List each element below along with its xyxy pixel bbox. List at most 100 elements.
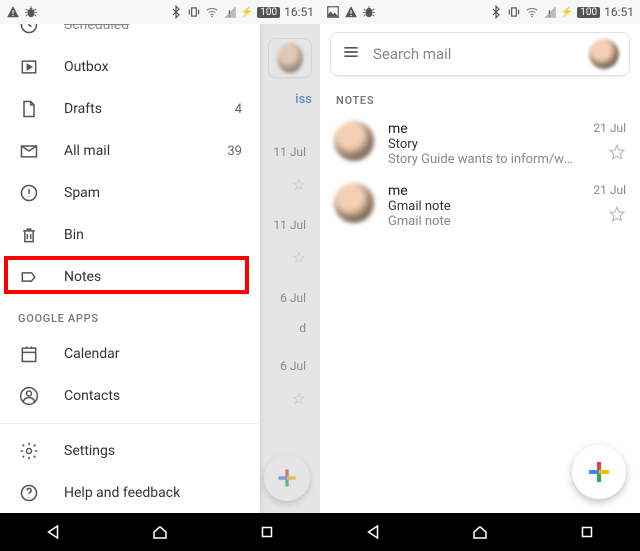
note-item[interactable]: me Gmail note Gmail note 21 Jul — [320, 175, 640, 237]
compose-fab[interactable] — [264, 455, 310, 501]
mail-date: 11 Jul — [273, 218, 312, 232]
sidebar-item-outbox[interactable]: Outbox — [0, 46, 260, 88]
sidebar-item-label: Drafts — [64, 101, 235, 117]
note-date: 21 Jul — [593, 183, 626, 197]
content-right: Search mail NOTES me Story Story Guide w… — [320, 24, 640, 513]
note-item[interactable]: me Story Story Guide wants to inform/war… — [320, 113, 640, 175]
divider — [0, 423, 260, 424]
gear-icon — [18, 440, 40, 462]
note-sender: me — [388, 121, 579, 137]
warning-icon — [6, 5, 20, 19]
image-icon — [326, 5, 340, 19]
dismiss-link[interactable]: iss — [295, 92, 312, 107]
hamburger-icon[interactable] — [341, 42, 361, 66]
signal-icon — [543, 5, 557, 19]
recent-button[interactable] — [258, 523, 276, 541]
sidebar-item-label: All mail — [64, 143, 227, 159]
section-title-notes: NOTES — [320, 84, 640, 113]
sidebar-item-scheduled[interactable]: Scheduled — [0, 24, 260, 46]
sidebar-item-label: Calendar — [64, 346, 242, 362]
help-icon — [18, 482, 40, 504]
note-snippet: Gmail note — [388, 214, 579, 229]
content-left: iss 11 Jul ☆ 11 Jul ☆ 6 Jul d 6 Jul ☆ Sc… — [0, 24, 320, 513]
vibrate-icon — [507, 5, 521, 19]
phone-left: ⚡ 100 16:51 iss 11 Jul ☆ 11 Jul ☆ 6 Jul … — [0, 0, 320, 551]
profile-avatar[interactable] — [589, 39, 619, 69]
sidebar-item-label: Scheduled — [64, 24, 242, 33]
compose-fab[interactable] — [572, 445, 626, 499]
charge-icon: ⚡ — [561, 7, 573, 18]
note-subject: Story — [388, 137, 579, 152]
sidebar-item-allmail[interactable]: All mail 39 — [0, 130, 260, 172]
clock: 16:51 — [284, 5, 314, 19]
mail-date: d — [299, 321, 312, 335]
sidebar-item-count: 4 — [235, 102, 242, 117]
star-icon[interactable]: ☆ — [292, 248, 312, 267]
sidebar-item-label: Outbox — [64, 59, 242, 75]
sidebar-item-label: Spam — [64, 185, 242, 201]
signal-icon — [223, 5, 237, 19]
star-icon[interactable]: ☆ — [292, 175, 312, 194]
warning-icon — [344, 5, 358, 19]
mail-date: 6 Jul — [280, 291, 312, 305]
phone-right: ⚡ 100 16:51 Search mail NOTES me Story S… — [320, 0, 640, 551]
backdrop[interactable]: iss 11 Jul ☆ 11 Jul ☆ 6 Jul d 6 Jul ☆ — [260, 24, 320, 513]
search-placeholder: Search mail — [373, 45, 577, 63]
sidebar-item-contacts[interactable]: Contacts — [0, 375, 260, 417]
vibrate-icon — [187, 5, 201, 19]
contacts-icon — [18, 385, 40, 407]
recent-button[interactable] — [578, 523, 596, 541]
battery-level: 100 — [257, 7, 280, 18]
nav-drawer: Scheduled Outbox Drafts 4 All mail 39 Sp… — [0, 24, 260, 513]
android-navbar — [0, 513, 320, 551]
bluetooth-icon — [169, 5, 183, 19]
star-icon[interactable] — [608, 143, 626, 165]
star-icon[interactable] — [608, 205, 626, 227]
home-button[interactable] — [471, 523, 489, 541]
outbox-icon — [18, 56, 40, 78]
status-bar: ⚡ 100 16:51 — [320, 0, 640, 24]
spam-icon — [18, 182, 40, 204]
sidebar-item-label: Notes — [64, 269, 242, 285]
label-icon — [18, 266, 40, 288]
calendar-icon — [18, 343, 40, 365]
sidebar-item-settings[interactable]: Settings — [0, 430, 260, 472]
sidebar-item-drafts[interactable]: Drafts 4 — [0, 88, 260, 130]
home-button[interactable] — [151, 523, 169, 541]
drafts-icon — [18, 98, 40, 120]
note-subject: Gmail note — [388, 199, 579, 214]
sidebar-item-count: 39 — [227, 144, 242, 159]
back-button[interactable] — [364, 523, 382, 541]
charge-icon: ⚡ — [241, 7, 253, 18]
sidebar-item-calendar[interactable]: Calendar — [0, 333, 260, 375]
sidebar-item-notes[interactable]: Notes — [0, 256, 260, 298]
sidebar-item-label: Settings — [64, 443, 242, 459]
avatar — [334, 183, 374, 223]
avatar — [334, 121, 374, 161]
avatar — [277, 43, 303, 73]
bug-icon — [362, 5, 376, 19]
mail-date: 11 Jul — [273, 145, 312, 159]
star-icon[interactable]: ☆ — [292, 389, 312, 408]
sidebar-item-help[interactable]: Help and feedback — [0, 472, 260, 513]
wifi-icon — [205, 5, 219, 19]
back-button[interactable] — [44, 523, 62, 541]
note-date: 21 Jul — [593, 121, 626, 135]
note-sender: me — [388, 183, 579, 199]
sidebar-item-label: Contacts — [64, 388, 242, 404]
clock-icon — [18, 24, 40, 36]
bin-icon — [18, 224, 40, 246]
sidebar-item-bin[interactable]: Bin — [0, 214, 260, 256]
search-bar[interactable]: Search mail — [330, 32, 630, 76]
mail-date: 6 Jul — [280, 359, 312, 373]
note-snippet: Story Guide wants to inform/warn pa… — [388, 152, 579, 167]
clock: 16:51 — [604, 5, 634, 19]
sidebar-item-label: Help and feedback — [64, 485, 242, 501]
android-navbar — [320, 513, 640, 551]
wifi-icon — [525, 5, 539, 19]
sidebar-item-spam[interactable]: Spam — [0, 172, 260, 214]
section-google-apps: GOOGLE APPS — [0, 298, 260, 333]
bluetooth-icon — [489, 5, 503, 19]
status-bar: ⚡ 100 16:51 — [0, 0, 320, 24]
allmail-icon — [18, 140, 40, 162]
